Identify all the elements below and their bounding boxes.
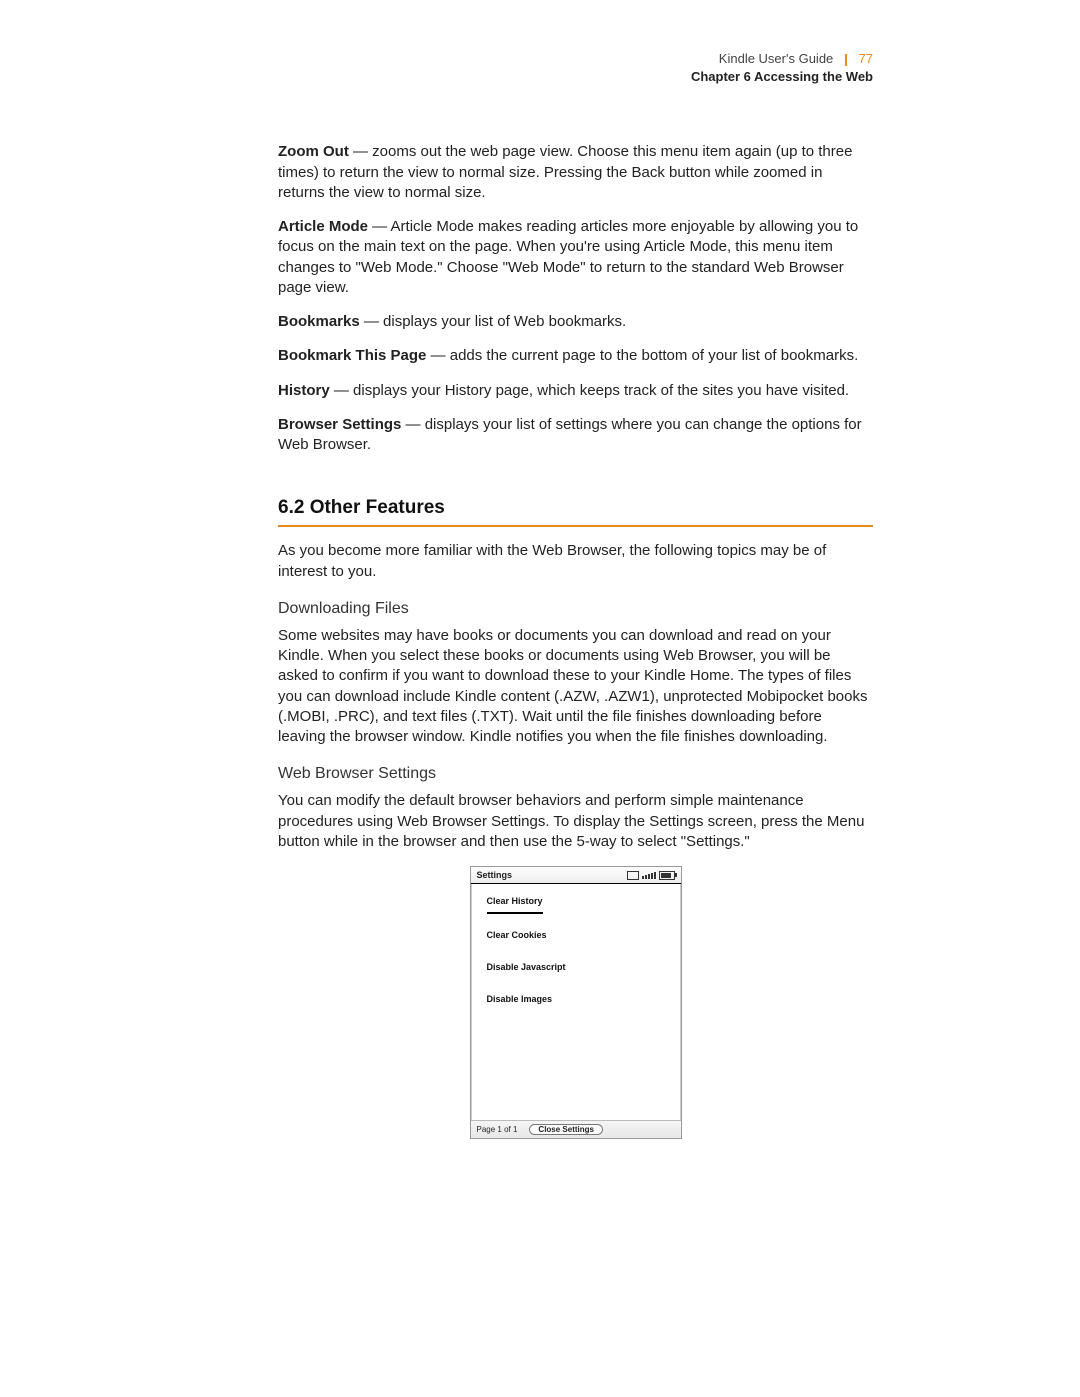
term-article-mode: Article Mode: [278, 218, 368, 235]
term-zoom-out: Zoom Out: [278, 143, 349, 160]
kindle-settings-list: Clear History Clear Cookies Disable Java…: [471, 884, 681, 1120]
definition-zoom-out: Zoom Out — zooms out the web page view. …: [278, 142, 873, 203]
term-bookmark-this-page: Bookmark This Page: [278, 347, 426, 364]
definition-article-mode: Article Mode — Article Mode makes readin…: [278, 217, 873, 298]
term-browser-settings: Browser Settings: [278, 416, 401, 433]
subheading-web-browser-settings: Web Browser Settings: [278, 765, 873, 783]
kindle-footer: Page 1 of 1 Close Settings: [471, 1120, 681, 1138]
page-number: 77: [859, 51, 873, 66]
header-line-1: Kindle User's Guide 77: [278, 50, 873, 68]
keyboard-icon: [627, 871, 639, 880]
kindle-item-disable-images[interactable]: Disable Images: [487, 988, 553, 1010]
text-zoom-out: — zooms out the web page view. Choose th…: [278, 143, 852, 201]
definition-bookmark-this-page: Bookmark This Page — adds the current pa…: [278, 346, 873, 366]
kindle-item-clear-history[interactable]: Clear History: [487, 890, 543, 914]
subheading-downloading-files: Downloading Files: [278, 600, 873, 618]
text-bookmarks: — displays your list of Web bookmarks.: [360, 313, 626, 330]
paragraph-downloading-files: Some websites may have books or document…: [278, 626, 873, 748]
paragraph-web-browser-settings: You can modify the default browser behav…: [278, 791, 873, 852]
definition-history: History — displays your History page, wh…: [278, 381, 873, 401]
text-bookmark-this-page: — adds the current page to the bottom of…: [426, 347, 858, 364]
section-heading-other-features: 6.2 Other Features: [278, 497, 873, 527]
page-header: Kindle User's Guide 77 Chapter 6 Accessi…: [278, 50, 873, 86]
definition-browser-settings: Browser Settings — displays your list of…: [278, 415, 873, 456]
chapter-title: Chapter 6 Accessing the Web: [278, 68, 873, 86]
kindle-status-icons: [627, 871, 675, 880]
text-history: — displays your History page, which keep…: [330, 382, 849, 399]
battery-icon: [659, 871, 675, 880]
section-rule-spacer: [278, 527, 873, 541]
header-divider: [845, 54, 847, 66]
signal-icon: [642, 872, 656, 879]
section-intro: As you become more familiar with the Web…: [278, 541, 873, 582]
definition-bookmarks: Bookmarks — displays your list of Web bo…: [278, 312, 873, 332]
term-bookmarks: Bookmarks: [278, 313, 360, 330]
term-history: History: [278, 382, 330, 399]
kindle-item-disable-javascript[interactable]: Disable Javascript: [487, 956, 566, 978]
kindle-settings-figure: Settings Clear History Clear Cookies Dis…: [470, 866, 682, 1139]
kindle-item-clear-cookies[interactable]: Clear Cookies: [487, 924, 547, 946]
kindle-footer-page: Page 1 of 1: [477, 1125, 518, 1134]
kindle-screen-title: Settings: [477, 870, 513, 880]
guide-title: Kindle User's Guide: [719, 51, 833, 66]
kindle-close-settings-button[interactable]: Close Settings: [529, 1124, 603, 1135]
document-page: Kindle User's Guide 77 Chapter 6 Accessi…: [278, 50, 873, 1139]
kindle-topbar: Settings: [471, 867, 681, 884]
